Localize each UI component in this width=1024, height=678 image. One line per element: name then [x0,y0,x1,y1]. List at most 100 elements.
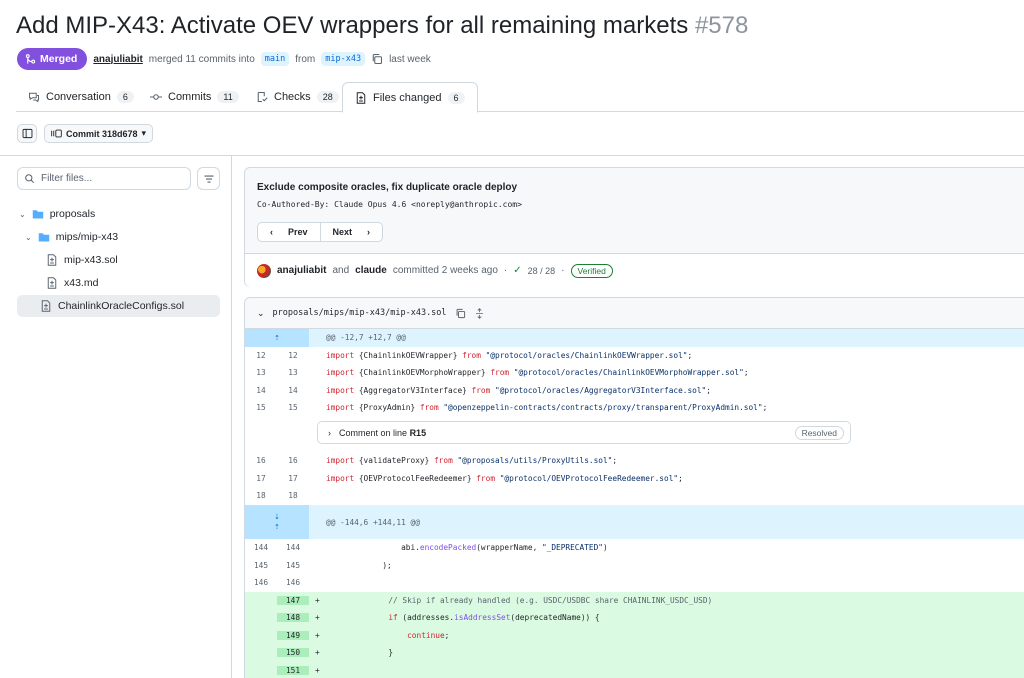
diff-file-path[interactable]: proposals/mips/mip-x43/mip-x43.sol [273,308,447,318]
line-number-right[interactable]: 149 [277,630,309,640]
code-text: abi.encodePacked(wrapperName, "_DEPRECAT… [309,543,608,552]
tab-files-changed[interactable]: Files changed 6 [342,82,478,113]
comment-label: Comment on line R15 [339,428,426,438]
expand-up-icon[interactable]: ⇡ [245,329,309,347]
merged-when: last week [389,53,431,65]
copy-icon[interactable] [455,308,466,319]
code-token: {AggregatorV3Interface} [354,385,472,395]
code-token: (addresses. [397,613,455,623]
filter-placeholder: Filter files... [41,173,93,184]
hunk-header-text: @@ -144,6 +144,11 @@ [326,517,420,527]
line-number-left[interactable]: 18 [245,491,277,500]
line-number-right[interactable]: 145 [277,561,309,570]
checks-count[interactable]: 28 / 28 [528,266,556,276]
avatar[interactable] [257,263,271,278]
commit-select-label: Commit 318d678 [66,128,138,139]
line-number-left[interactable]: 15 [245,403,277,412]
line-number-right[interactable]: 146 [277,578,309,587]
line-number-left[interactable]: 13 [245,368,277,377]
tree-folder-mip-x43[interactable]: ⌄ mips/mip-x43 [25,226,118,248]
line-number-right[interactable]: 144 [277,543,309,552]
diff-line-added: 148 + if (addresses.isAddressSet(depreca… [245,609,1024,627]
file-diff-icon [47,254,57,266]
code-token: ; [612,456,618,466]
code-function: isAddressSet [454,613,511,623]
chevron-left-icon: ‹ [270,227,273,237]
coauthor-link[interactable]: claude [355,265,387,276]
toolbar-divider [0,155,1024,156]
sidebar-toggle-button[interactable] [17,124,37,143]
and-text: and [332,265,350,276]
tree-file-mip-x43-sol[interactable]: mip-x43.sol [46,249,118,271]
expand-all-icon[interactable] [474,307,485,319]
line-number-left[interactable]: 14 [245,386,277,395]
line-number-right[interactable]: 12 [277,351,309,360]
code-string: "_DEPRECATED" [541,543,603,553]
line-number-left[interactable]: 145 [245,561,277,570]
line-number-right[interactable]: 17 [277,474,309,483]
chevron-down-icon[interactable]: ⌄ [257,308,265,319]
line-number-right[interactable]: 16 [277,456,309,465]
line-number-right[interactable]: 148 [277,613,309,623]
expand-down-icon[interactable]: ⇣ [274,512,279,522]
line-number-right[interactable]: 14 [277,386,309,395]
search-icon [25,174,34,183]
code-comment: // Skip if already handled (e.g. USDC/US… [332,595,713,605]
author-link[interactable]: anajuliabit [93,54,142,65]
check-icon[interactable]: ✓ [513,265,521,276]
resolved-badge: Resolved [794,426,844,440]
line-number-left[interactable]: 144 [245,543,277,552]
filter-files-input[interactable]: Filter files... [17,167,191,190]
tree-file-x43-md[interactable]: x43.md [46,272,98,294]
commit-select-button[interactable]: Commit 318d678 ▾ [44,124,154,143]
line-number-left[interactable]: 16 [245,456,277,465]
code-function: encodePacked [419,543,477,553]
diff-file-header: ⌄ proposals/mips/mip-x43/mip-x43.sol [245,298,1024,329]
line-number-right[interactable]: 151 [277,665,309,675]
review-comment-thread[interactable]: › Comment on line R15 Resolved [317,421,851,444]
base-branch[interactable]: main [260,52,290,66]
line-number-right[interactable]: 18 [277,491,309,500]
next-button[interactable]: Next › [321,223,383,241]
code-token: ) [602,543,608,553]
line-number-left[interactable]: 146 [245,578,277,587]
tab-checks[interactable]: Checks 28 [244,82,351,112]
sidebar-expand-icon [22,128,32,139]
code-keyword: from [471,385,491,395]
line-number-left[interactable]: 12 [245,351,277,360]
expand-hunk-icon[interactable]: ⇣ ⇡ [245,505,309,539]
line-number-right[interactable]: 15 [277,403,309,412]
code-token: {ChainlinkOEVMorphoWrapper} [354,368,491,378]
tab-files-changed-count: 6 [447,91,465,104]
code-token: {OEVProtocolFeeRedeemer} [354,473,477,483]
tab-conversation[interactable]: Conversation 6 [16,82,146,112]
line-number-right[interactable]: 147 [277,595,309,605]
hunk-header: ⇣ ⇡ @@ -144,6 +144,11 @@ [245,505,1024,539]
code-text: import {ProxyAdmin} from "@openzeppelin-… [309,403,767,412]
merged-label: Merged [40,53,78,65]
pr-title-text: Add MIP-X43: Activate OEV wrappers for a… [16,12,689,39]
code-token: (wrapperName, [476,543,542,553]
filter-options-button[interactable] [197,167,220,190]
prev-button[interactable]: ‹ Prev [258,223,320,241]
tab-conversation-count: 6 [116,91,134,103]
expand-up-icon[interactable]: ⇡ [274,522,279,532]
tree-file-chainlink-oracle-configs[interactable]: ChainlinkOracleConfigs.sol [17,295,220,317]
file-diff-icon [47,277,57,289]
diff-line-added: 150 + } [245,644,1024,662]
diff-line: 14 14 import {AggregatorV3Interface} from… [245,382,1024,400]
code-keyword: from [490,368,510,378]
tab-checks-count: 28 [316,91,339,103]
code-text: if (addresses.isAddressSet(deprecatedNam… [315,613,599,623]
line-number-left[interactable]: 17 [245,474,277,483]
verified-badge[interactable]: Verified [570,263,613,278]
head-branch[interactable]: mip-x43 [321,52,366,66]
author-link[interactable]: anajuliabit [277,265,326,276]
line-number-right[interactable]: 150 [277,648,309,658]
line-number-right[interactable]: 13 [277,368,309,377]
copy-icon[interactable] [371,53,383,65]
file-diff: ⌄ proposals/mips/mip-x43/mip-x43.sol ⇡ @… [244,297,1024,678]
tree-folder-proposals[interactable]: ⌄ proposals [19,203,95,225]
tab-commits[interactable]: Commits 11 [138,82,251,112]
